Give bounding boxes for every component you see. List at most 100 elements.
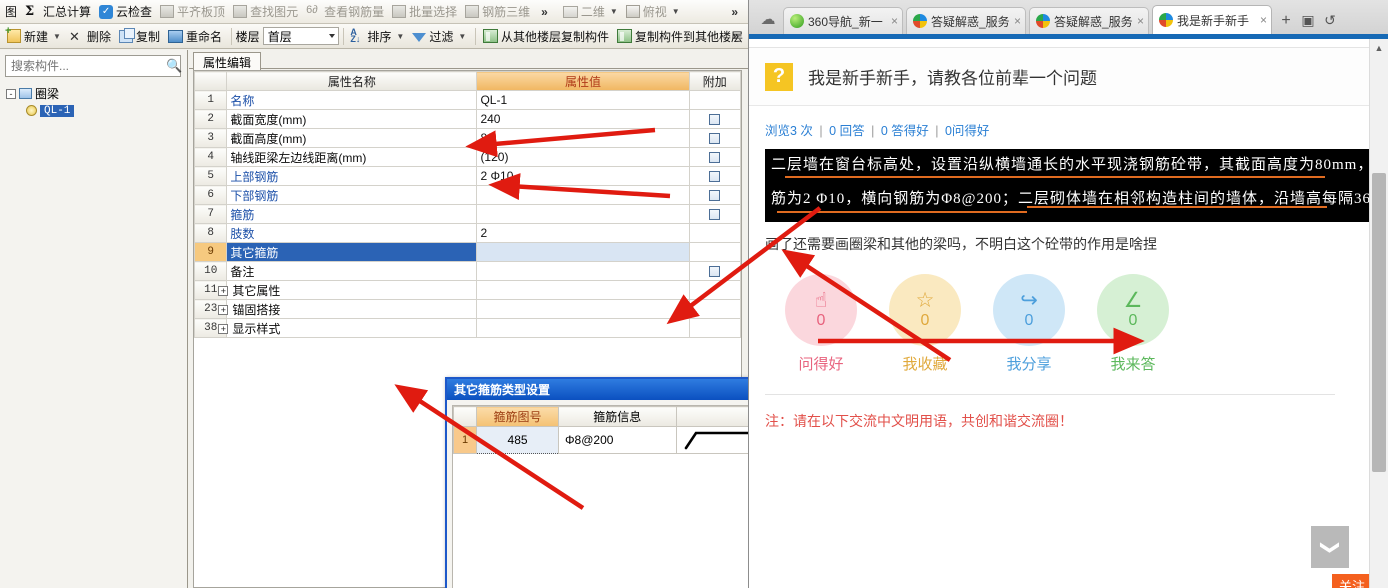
follow-us-button[interactable]: 关注 我们 [1332, 574, 1372, 588]
table-row[interactable]: 38 + 显示样式 [194, 318, 741, 338]
meta-good-answers[interactable]: 0 答得好 [881, 124, 929, 138]
close-tab-icon-3[interactable]: × [1260, 13, 1267, 27]
close-tab-icon-0[interactable]: × [891, 14, 898, 28]
attach-checkbox[interactable] [709, 170, 721, 182]
attach-checkbox[interactable] [709, 132, 721, 144]
table-row[interactable]: 1 名称 QL-1 [194, 90, 741, 110]
toolbar-button-view-rebar[interactable]: 6∂ 查看钢筋量 [303, 2, 389, 21]
search-component-box[interactable]: 🔍 [5, 55, 182, 77]
property-row-value[interactable]: (120) [476, 147, 690, 167]
close-tab-icon-2[interactable]: × [1137, 14, 1144, 28]
meta-good-questions[interactable]: 0问得好 [945, 124, 989, 138]
search-input[interactable] [6, 59, 166, 73]
table-row[interactable]: 2 截面宽度(mm) 240 [194, 109, 741, 129]
tree-expander-icon[interactable]: - [6, 88, 16, 99]
browser-tab-1[interactable]: 答疑解惑_服务 × [906, 7, 1026, 34]
toolbar-overflow-1b[interactable]: » [725, 5, 744, 19]
view-mode-icon [562, 5, 578, 18]
table-row[interactable]: 4 轴线距梁左边线距离(mm) (120) [194, 147, 741, 167]
view-mode-selector[interactable]: 二维 ▼ [560, 2, 623, 21]
attach-checkbox[interactable] [709, 265, 721, 277]
close-tab-icon-1[interactable]: × [1014, 14, 1021, 28]
floor-combobox[interactable]: 首层 [262, 27, 339, 45]
attach-checkbox[interactable] [709, 189, 721, 201]
property-row-value[interactable]: QL-1 [476, 90, 690, 110]
property-row-value[interactable] [476, 204, 690, 224]
toolbar-button-align-slab[interactable]: 平齐板顶 [157, 2, 230, 21]
table-row[interactable]: 7 箍筋 [194, 204, 741, 224]
table-row[interactable]: 5 上部钢筋 2 Φ10 [194, 166, 741, 186]
scrollbar-up-arrow[interactable]: ▲ [1370, 39, 1388, 56]
table-row[interactable]: 8 肢数 2 [194, 223, 741, 243]
view-angle-selector[interactable]: 俯视 ▼ [623, 2, 685, 21]
back-to-top-button[interactable]: ❯ [1311, 526, 1349, 568]
toolbar-button-cloud-check[interactable]: ✓ 云检查 [96, 2, 157, 21]
toolbar-button-find-element[interactable]: 查找图元 [230, 2, 303, 21]
toolbar-button-copy-from-floor[interactable]: 从其他楼层复制构件 [480, 27, 614, 46]
action-thumbs-up-icon[interactable]: ☝ 0 问得好 [785, 274, 857, 374]
restore-tab-icon[interactable]: ↺ [1319, 12, 1341, 29]
stirrup-row-number[interactable]: 485 [476, 426, 559, 454]
toolbar-button-filter[interactable]: 过滤 ▼ [409, 27, 471, 46]
home-icon[interactable]: ☁ [753, 4, 783, 34]
toolbar-button-drawing[interactable]: 图 [2, 2, 22, 21]
property-row-value[interactable] [476, 261, 690, 281]
delete-icon: ✕ [68, 28, 80, 44]
stirrup-row-info[interactable]: Φ8@200 [557, 426, 677, 454]
toolbar-button-sort[interactable]: A Z↓ 排序 ▼ [347, 27, 409, 46]
action-answer-icon[interactable]: ∠ 0 我来答 [1097, 274, 1169, 374]
new-tab-button[interactable]: + [1275, 12, 1297, 30]
property-row-value[interactable] [476, 242, 690, 262]
search-icon[interactable]: 🔍 [166, 58, 182, 74]
scrollbar-thumb[interactable] [1372, 173, 1386, 472]
property-row-value[interactable]: 2 [476, 223, 690, 243]
browser-tab-3[interactable]: 我是新手新手 × [1152, 5, 1272, 34]
toolbar-button-rebar-3d[interactable]: 钢筋三维 [462, 2, 535, 21]
property-row-value[interactable] [476, 185, 690, 205]
webpage-content: ? 我是新手新手，请教各位前辈一个问题 浏览3 次 | 0 回答 | 0 答得好… [749, 39, 1388, 588]
tab-list-icon[interactable]: ▣ [1297, 12, 1319, 29]
meta-answers[interactable]: 0 回答 [829, 124, 864, 138]
property-row-value[interactable] [476, 318, 690, 338]
tree-node-root[interactable]: - 圈梁 [6, 85, 187, 102]
property-row-value[interactable]: 2 Φ10 [476, 166, 690, 186]
attach-checkbox[interactable] [709, 113, 721, 125]
table-row[interactable]: 3 截面高度(mm) 80 [194, 128, 741, 148]
browser-tab-0[interactable]: 360导航_新一 × [783, 7, 903, 34]
action-star-icon[interactable]: ☆ 0 我收藏 [889, 274, 961, 374]
toolbar-button-rename[interactable]: 重命名 [165, 27, 227, 46]
action-share-icon[interactable]: ↪ 0 我分享 [993, 274, 1065, 374]
toolbar-button-summary-calc[interactable]: Σ 汇总计算 [22, 2, 96, 21]
attach-checkbox[interactable] [709, 208, 721, 220]
toolbar-button-batch-select[interactable]: 批量选择 [389, 2, 462, 21]
property-row-value[interactable]: 80 [476, 128, 690, 148]
toolbar-overflow-2[interactable]: » [726, 29, 745, 43]
row-expander-icon[interactable]: + [218, 324, 229, 335]
view-angle-icon [625, 5, 640, 18]
row-expander-icon[interactable]: + [218, 286, 229, 297]
toolbar-button-new[interactable]: 新建 ▼ [4, 25, 66, 46]
toolbar-button-copy[interactable]: 复制 [116, 27, 165, 46]
toolbar-button-delete[interactable]: ✕ 删除 [66, 27, 116, 46]
row-expander-icon[interactable]: + [218, 305, 229, 316]
table-row[interactable]: 6 下部钢筋 [194, 185, 741, 205]
property-row-value[interactable]: 240 [476, 109, 690, 129]
action-buttons: ☝ 0 问得好 ☆ 0 我收藏 ↪ 0 我分享 ∠ 0 我来答 [749, 254, 1388, 374]
table-row[interactable]: 23 + 锚固搭接 [194, 299, 741, 319]
browser-tab-2[interactable]: 答疑解惑_服务 × [1029, 7, 1149, 34]
tree-node-ql1[interactable]: QL-1 [26, 102, 187, 119]
filter-icon [412, 32, 427, 42]
property-row-value[interactable] [476, 280, 690, 300]
table-row[interactable]: 11 + 其它属性 [194, 280, 741, 300]
page-scrollbar[interactable]: ▲ [1369, 39, 1388, 588]
action-circle-2: ↪ 0 [993, 274, 1065, 346]
attach-checkbox[interactable] [709, 151, 721, 163]
attached-screenshot-image[interactable]: 二层墙在窗台标高处，设置沿纵横墙通长的水平现浇钢筋砼带，其截面高度为80mm，宽… [765, 149, 1373, 222]
toolbar-overflow-1[interactable]: » [535, 5, 554, 19]
property-row-index: 9 [194, 242, 228, 262]
tab-property-edit[interactable]: 属性编辑 [193, 52, 262, 70]
table-row[interactable]: 9 其它箍筋 [194, 242, 741, 262]
table-row[interactable]: 1 485 Φ8@200 200 [453, 426, 748, 454]
table-row[interactable]: 10 备注 [194, 261, 741, 281]
property-row-value[interactable] [476, 299, 690, 319]
